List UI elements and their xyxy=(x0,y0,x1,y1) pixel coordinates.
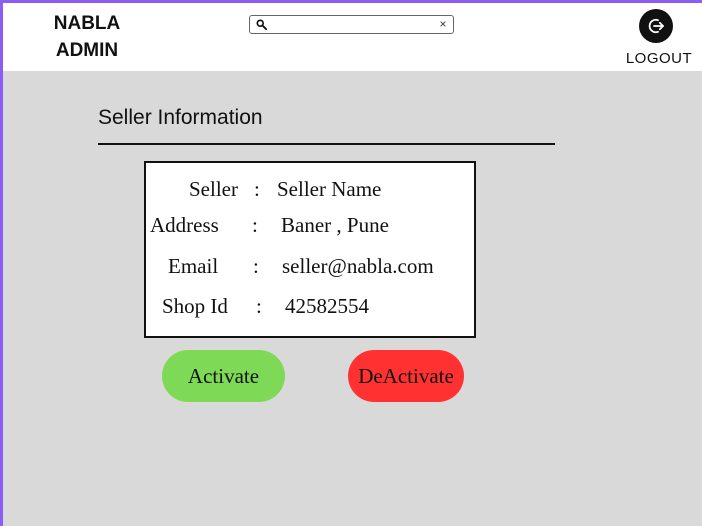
section-title: Seller Information xyxy=(98,106,263,129)
shop-id-label: Shop Id xyxy=(162,294,228,318)
seller-separator: : xyxy=(254,177,260,201)
seller-value: Seller Name xyxy=(277,177,382,201)
shop-id-value: 42582554 xyxy=(285,294,369,318)
deactivate-button[interactable]: DeActivate xyxy=(348,350,464,402)
logout-icon[interactable] xyxy=(639,9,673,43)
seller-info-card: Seller : Seller Name Address : Baner , P… xyxy=(144,161,476,338)
address-value: Baner , Pune xyxy=(281,213,389,237)
search-clear-button[interactable]: × xyxy=(437,16,449,33)
address-label: Address xyxy=(150,213,219,237)
activate-button[interactable]: Activate xyxy=(162,350,285,402)
section-divider xyxy=(98,143,555,145)
address-separator: : xyxy=(252,213,258,237)
logout-button[interactable]: LOGOUT xyxy=(623,9,695,69)
app-header: NABLA ADMIN × LOGOUT xyxy=(3,3,702,71)
window-left-border xyxy=(0,0,3,526)
logout-label: LOGOUT xyxy=(625,50,693,67)
search-box[interactable]: × xyxy=(249,15,454,34)
shop-id-separator: : xyxy=(256,294,262,318)
email-separator: : xyxy=(253,254,259,278)
brand-line-1: NABLA xyxy=(53,13,121,34)
seller-label: Seller xyxy=(189,177,238,201)
search-input[interactable] xyxy=(272,17,432,32)
search-icon xyxy=(256,19,267,30)
email-value: seller@nabla.com xyxy=(282,254,434,278)
brand-logo: NABLA ADMIN xyxy=(47,10,127,64)
brand-line-2: ADMIN xyxy=(55,40,119,61)
email-label: Email xyxy=(168,254,219,278)
